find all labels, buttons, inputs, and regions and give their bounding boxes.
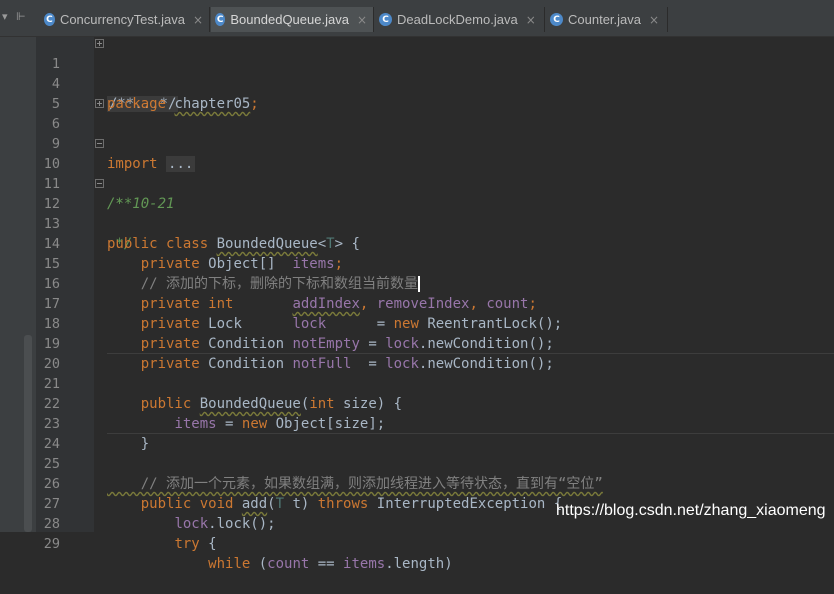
code-token: (	[258, 556, 268, 572]
code-line: 26 public void add(T t) throws Interrupt…	[0, 454, 834, 512]
close-icon[interactable]: ×	[649, 13, 659, 27]
watermark-text: https://blog.csdn.net/zhang_xiaomeng	[556, 502, 826, 519]
code-line: 6 import ...	[0, 94, 834, 172]
tab-label: Counter.java	[568, 12, 641, 27]
split-tabs-icon[interactable]: ⊩	[16, 10, 26, 23]
java-class-icon: C	[550, 13, 563, 26]
code-line: 14 private Object[] items;	[0, 214, 834, 272]
code-line: 16 private int addIndex, removeIndex, co…	[0, 254, 834, 312]
code-line: 25 // 添加一个元素，如果数组满，则添加线程进入等待状态，直到有“空位”	[0, 434, 834, 492]
java-class-icon: C	[215, 13, 226, 26]
code-line: 13 public class BoundedQueue<T> {	[0, 194, 834, 252]
tab-boundedqueue[interactable]: C BoundedQueue.java ×	[211, 7, 374, 32]
code-line: 23 }	[0, 394, 834, 452]
code-line: 5	[0, 74, 834, 112]
code-line: 21 public BoundedQueue(int size) {	[0, 354, 834, 412]
code-line: 15 // 添加的下标，删除的下标和数组当前数量	[0, 234, 834, 292]
code-line: 27 lock.lock();	[0, 474, 834, 532]
code-line: 24	[0, 414, 834, 452]
code-line: 4 package chapter05;	[0, 54, 834, 112]
close-icon[interactable]: ×	[526, 13, 536, 27]
code-line: 18 private Condition notEmpty = lock.new…	[0, 294, 834, 352]
tab-label: DeadLockDemo.java	[397, 12, 518, 27]
code-line: 19 private Condition notFull = lock.newC…	[0, 314, 834, 372]
tab-concurrencytest[interactable]: C ConcurrencyTest.java ×	[40, 7, 210, 32]
code-line: 22 items = new Object[size];	[0, 374, 834, 432]
tab-deadlockdemo[interactable]: C DeadLockDemo.java ×	[375, 7, 545, 32]
line-number: 29	[43, 536, 60, 552]
editor-tab-bar: ▾ ⊩ C ConcurrencyTest.java × C BoundedQu…	[0, 0, 834, 37]
tab-counter[interactable]: C Counter.java ×	[546, 7, 668, 32]
close-icon[interactable]: ×	[357, 13, 367, 27]
dropdown-arrow-icon[interactable]: ▾	[2, 10, 8, 23]
code-line: 12 */	[0, 174, 834, 252]
fold-expand-icon[interactable]	[95, 39, 104, 48]
code-token: items	[343, 556, 386, 572]
fold-expand-icon[interactable]	[95, 99, 104, 108]
code-token: count	[267, 556, 310, 572]
code-line: 20	[0, 334, 834, 372]
java-class-icon: C	[44, 13, 55, 26]
fold-collapse-icon[interactable]	[95, 139, 104, 148]
code-token: try	[174, 536, 209, 552]
code-token: while	[208, 556, 259, 572]
code-line: 10 /**	[0, 134, 834, 212]
code-line: 9	[0, 114, 834, 152]
code-token: {	[208, 536, 217, 552]
code-line: 11 * 10-21	[0, 154, 834, 212]
code-token: ==	[309, 556, 344, 572]
java-class-icon: C	[379, 13, 392, 26]
tab-label: ConcurrencyTest.java	[59, 12, 185, 27]
code-line: 1 /**...*/	[0, 34, 834, 112]
code-line: 17 private Lock lock = new ReentrantLock…	[0, 274, 834, 332]
close-icon[interactable]: ×	[193, 13, 203, 27]
fold-end-icon[interactable]	[95, 179, 104, 188]
code-token: .length)	[385, 556, 453, 572]
tab-label: BoundedQueue.java	[230, 12, 349, 27]
